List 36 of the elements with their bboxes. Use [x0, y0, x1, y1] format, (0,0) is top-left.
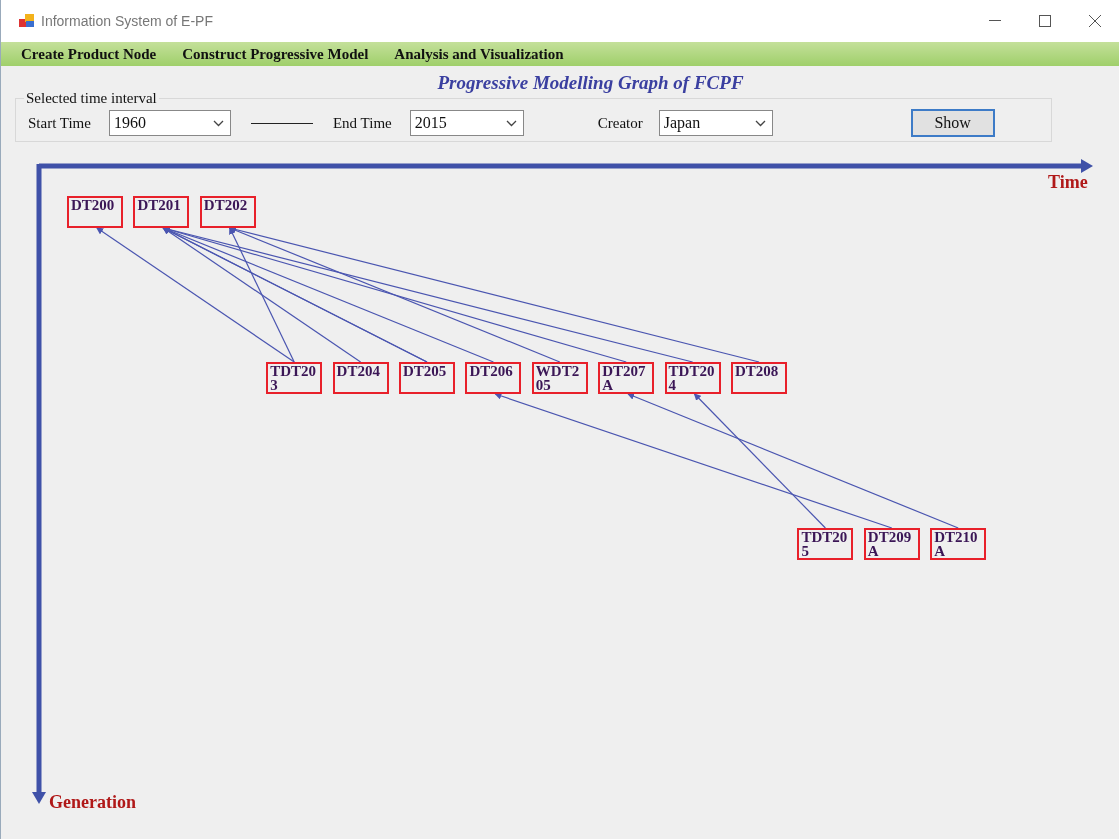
end-time-label: End Time	[332, 114, 392, 132]
group-legend: Selected time interval	[24, 90, 159, 107]
start-time-dropdown[interactable]: 1960	[108, 110, 231, 136]
generation-axis-label: Generation	[49, 792, 136, 813]
product-node[interactable]: DT206	[465, 362, 522, 394]
product-node[interactable]: WDT205	[531, 362, 588, 394]
product-node[interactable]: DT210A	[930, 528, 987, 560]
product-node[interactable]: DT201	[133, 196, 190, 228]
product-node[interactable]: DT204	[332, 362, 389, 394]
graph-title: Progressive Modelling Graph of FCPF	[437, 72, 744, 94]
product-node[interactable]: DT200	[67, 196, 123, 228]
chevron-down-icon	[212, 119, 224, 127]
product-node[interactable]: DT205	[399, 362, 455, 394]
menu-item[interactable]: Create Product Node	[19, 45, 159, 63]
start-time-label: Start Time	[28, 114, 91, 132]
time-axis-label: Time	[1048, 172, 1088, 193]
creator-dropdown[interactable]: Japan	[658, 110, 773, 136]
product-node[interactable]: TDT205	[797, 528, 854, 560]
product-node[interactable]: DT209A	[863, 528, 920, 560]
close-icon	[1089, 15, 1101, 27]
product-node[interactable]: DT202	[199, 196, 256, 228]
minimize-icon	[989, 20, 1001, 22]
chevron-down-icon	[754, 119, 766, 127]
menu-item[interactable]: Analysis and Visualization	[392, 45, 566, 63]
app-icon	[19, 14, 35, 28]
show-button[interactable]: Show	[910, 109, 995, 137]
creator-label: Creator	[597, 114, 643, 132]
window-title: Information System of E-PF	[41, 13, 214, 29]
product-node[interactable]: DT207A	[598, 362, 655, 394]
product-node[interactable]: DT208	[731, 362, 787, 394]
menu-item[interactable]: Construct Progressive Model	[180, 45, 371, 63]
end-time-dropdown[interactable]: 2015	[409, 110, 524, 136]
product-node[interactable]: TDT204	[664, 362, 721, 394]
maximize-icon	[1039, 15, 1051, 27]
product-node[interactable]: TDT203	[266, 362, 323, 394]
chevron-down-icon	[505, 119, 517, 127]
